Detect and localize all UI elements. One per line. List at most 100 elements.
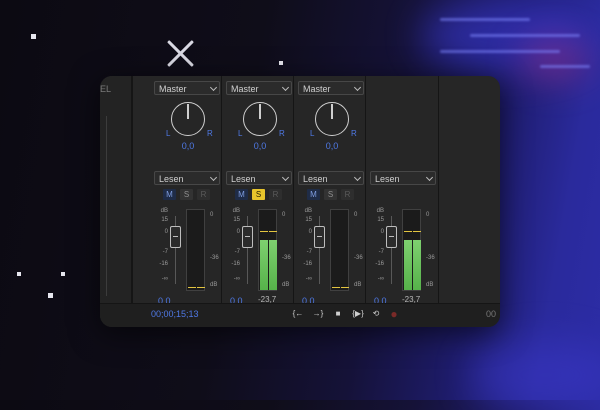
fader-scale-label: -7 [234,249,240,255]
record-arm-button[interactable]: R [197,189,210,200]
automation-mode-value: Lesen [303,174,328,184]
volume-fader[interactable] [170,226,181,248]
meter-peak [413,231,421,233]
chevron-down-icon [281,83,290,92]
pan-value[interactable]: 0,0 [317,141,347,151]
fader-scale-label: 15 [233,217,240,223]
fader-scale-label: dB [376,208,384,214]
fader-scale-label: 15 [161,217,168,223]
send-dropdown[interactable]: Master [226,81,292,95]
go-to-in-button[interactable]: {← [291,308,305,320]
meter-fill [260,240,268,290]
solo-button[interactable]: S [180,189,193,200]
meter-scale-label: dB [210,282,218,288]
fader-scale-label: 15 [377,217,384,223]
pan-right-label: R [351,129,357,138]
pan-value[interactable]: 0,0 [173,141,203,151]
fader-scale-label: -∞ [305,276,312,282]
record-button[interactable]: ● [387,308,401,320]
loop-button[interactable]: ⟲ [369,308,383,320]
solo-button[interactable]: S [252,189,265,200]
fader-scale-label: 0 [380,229,384,235]
stop-button[interactable]: ■ [331,308,345,320]
fader-scale-label: -16 [303,261,312,267]
meter-peak [341,287,349,289]
background-streak [470,34,580,37]
volume-fader[interactable] [242,226,253,248]
fader-scale-label: dB [304,208,312,214]
pan-left-label: L [310,129,315,138]
meter-fill [413,240,421,290]
chevron-down-icon [353,83,362,92]
volume-fader[interactable] [386,226,397,248]
fader-scale-label: -16 [375,261,384,267]
fader-scale-label: -∞ [233,276,240,282]
fader-scale-label: 15 [305,217,312,223]
fader-scale-label: dB [232,208,240,214]
pan-knob[interactable] [315,102,349,136]
record-arm-button[interactable]: R [341,189,354,200]
send-dropdown[interactable]: Master [298,81,364,95]
meter-channel [413,210,421,290]
background-glow [520,40,590,80]
close-icon[interactable] [165,38,197,70]
fader-scale-label: -16 [231,261,240,267]
fader-scale-label: -∞ [377,276,384,282]
channel-divider [221,76,222,304]
fader-scale-label: 0 [164,229,168,235]
meter-channel [404,210,412,290]
meter-channel [269,210,277,290]
automation-mode-value: Lesen [375,174,400,184]
meter-scale-label: -36 [354,255,363,261]
meter-scale-label: 0 [210,212,214,218]
solo-button[interactable]: S [324,189,337,200]
knob-indicator [259,104,261,119]
automation-mode-dropdown[interactable]: Lesen [298,171,364,185]
background-streak [440,18,530,21]
meter-channel [188,210,196,290]
pan-right-label: R [207,129,213,138]
pan-value[interactable]: 0,0 [245,141,275,151]
go-to-out-button[interactable]: →} [311,308,325,320]
volume-fader[interactable] [314,226,325,248]
track-header-label: EL [100,84,112,94]
meter-peak [404,231,412,233]
timecode[interactable]: 00;00;15;13 [151,309,199,319]
level-meter [330,209,349,291]
decor-square [279,61,283,65]
record-arm-button[interactable]: R [269,189,282,200]
pan-left-label: L [238,129,243,138]
automation-mode-value: Lesen [231,174,256,184]
meter-channel [260,210,268,290]
meter-scale-label: 0 [282,212,286,218]
send-dropdown-value: Master [231,84,259,94]
pan-knob[interactable] [243,102,277,136]
meter-scale-label: dB [354,282,362,288]
chevron-down-icon [353,173,362,182]
fader-scale-label: -7 [378,249,384,255]
automation-mode-dropdown[interactable]: Lesen [370,171,436,185]
send-dropdown[interactable]: Master [154,81,220,95]
automation-mode-value: Lesen [159,174,184,184]
play-in-to-out-button[interactable]: {▶} [349,308,367,320]
meter-peak [188,287,196,289]
meter-channel [341,210,349,290]
send-dropdown-value: Master [159,84,187,94]
meter-fill [269,240,277,290]
mute-button[interactable]: M [163,189,176,200]
meter-fill [404,240,412,290]
meter-peak [269,231,277,233]
meter-scale-label: -36 [426,255,435,261]
automation-mode-dropdown[interactable]: Lesen [226,171,292,185]
channel-divider [365,76,366,304]
meter-scale-label: -36 [210,255,219,261]
knob-indicator [187,104,189,119]
automation-mode-dropdown[interactable]: Lesen [154,171,220,185]
pan-knob[interactable] [171,102,205,136]
meter-channel [197,210,205,290]
mute-button[interactable]: M [235,189,248,200]
meter-peak [332,287,340,289]
mute-button[interactable]: M [307,189,320,200]
track-header-strip: EL [100,76,133,327]
transport-bar: 00;00;15;13 {← →} ■ {▶} ⟲ ● 00 [100,303,500,327]
